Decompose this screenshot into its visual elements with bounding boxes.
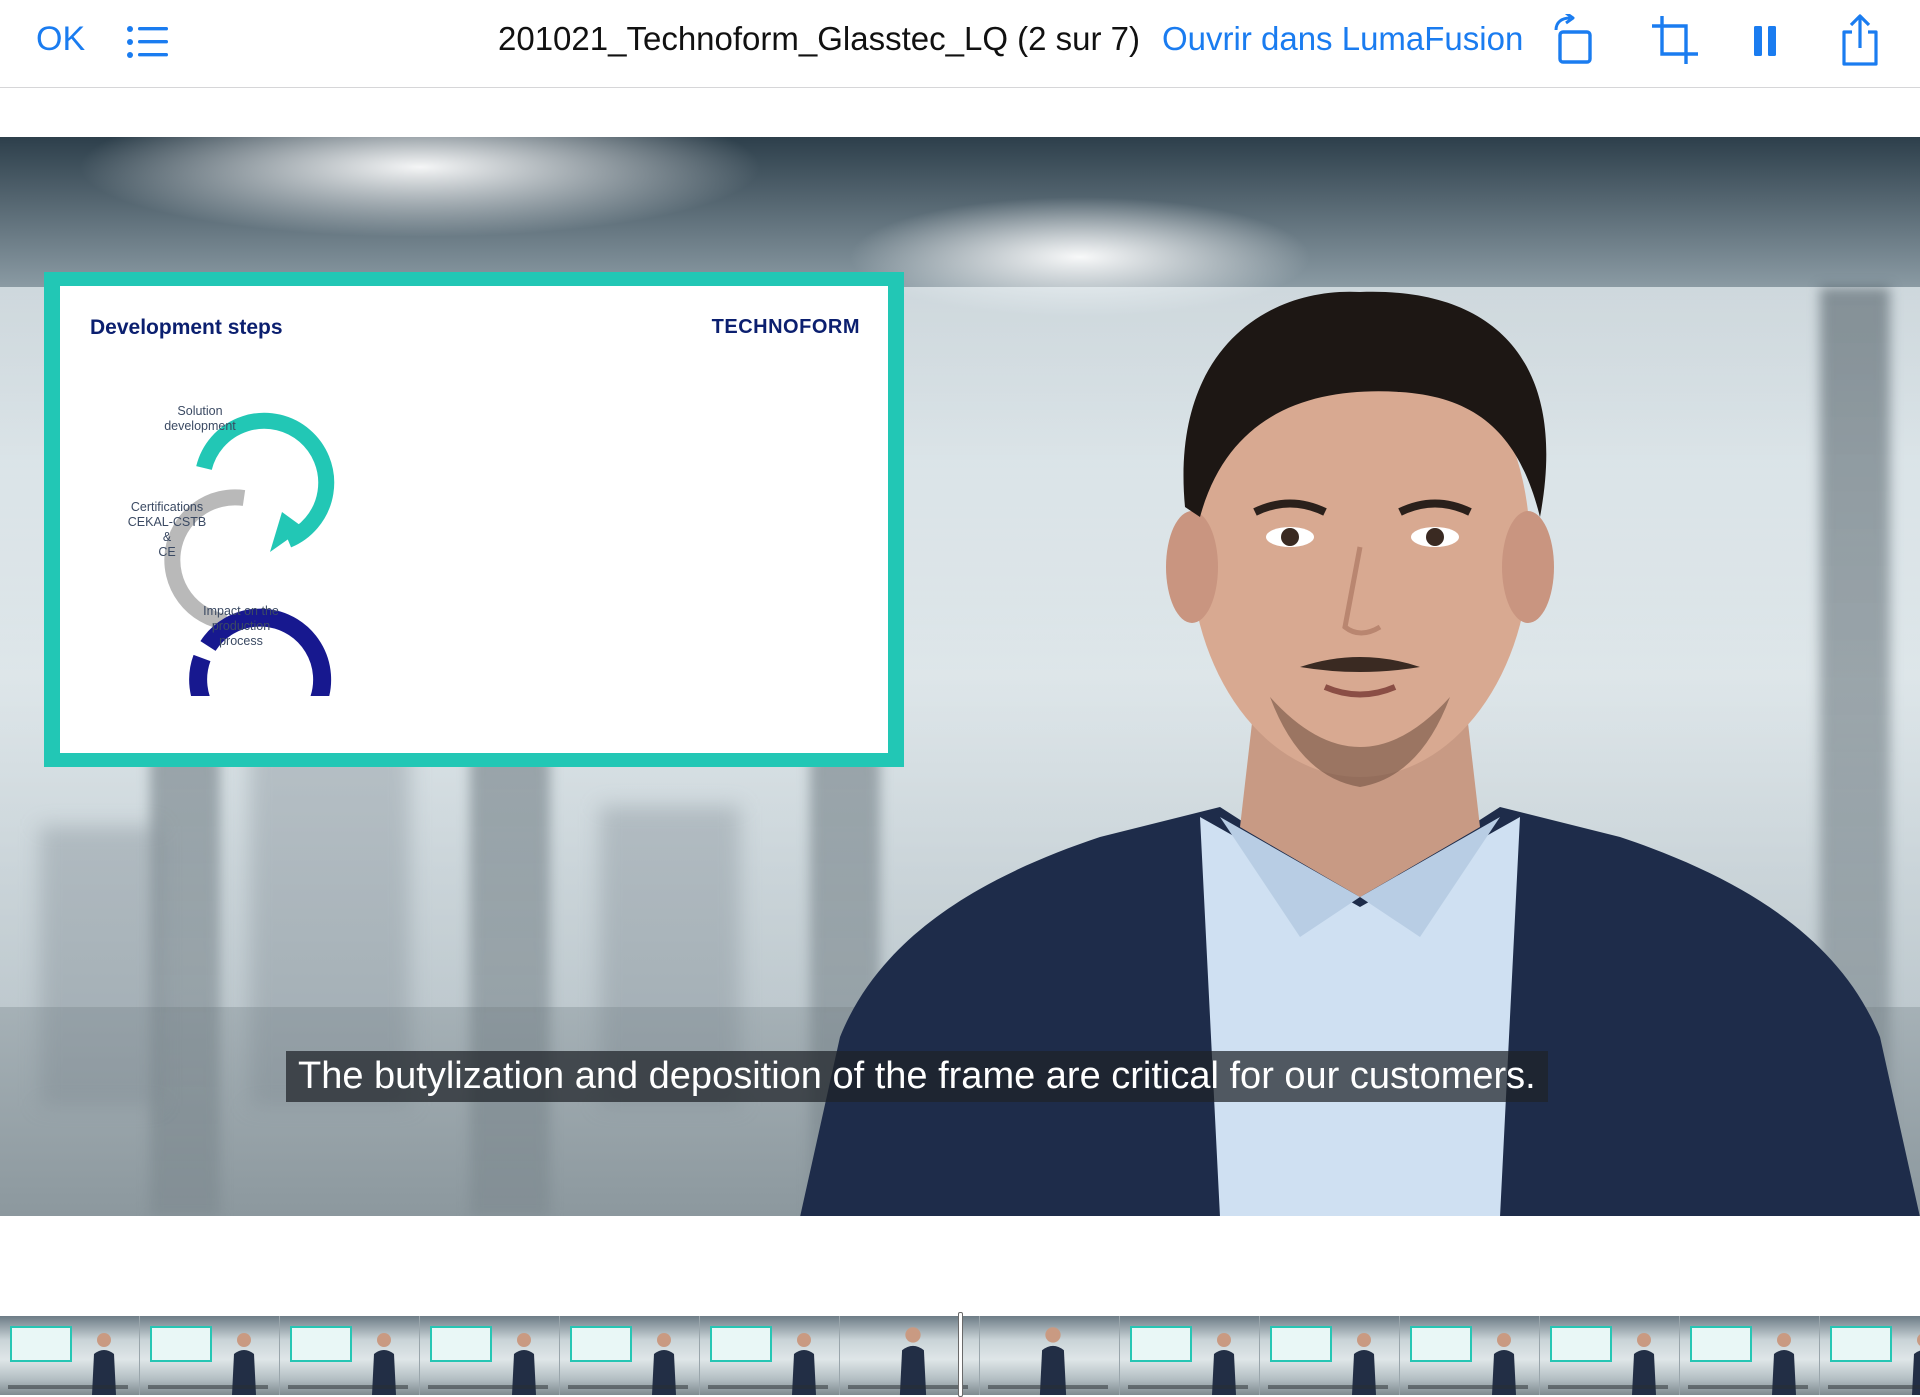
open-in-lumafusion-link[interactable]: Ouvrir dans LumaFusion <box>1162 20 1523 58</box>
filmstrip-thumbnail[interactable] <box>1400 1316 1539 1395</box>
thumbnail-slide <box>10 1326 72 1362</box>
thumbnail-caption <box>568 1385 688 1389</box>
thumbnail-caption <box>848 1385 968 1389</box>
pause-icon[interactable] <box>1742 14 1790 66</box>
video-player[interactable]: Development steps TECHNOFORM Solution de… <box>0 137 1920 1216</box>
city-building <box>40 826 160 1106</box>
step-solution-development: Solution development <box>150 404 250 434</box>
filmstrip-thumbnail[interactable] <box>1820 1316 1920 1395</box>
filmstrip-thumbnail[interactable] <box>1120 1316 1259 1395</box>
thumbnail-slide <box>1130 1326 1192 1362</box>
filmstrip-thumbnail[interactable] <box>700 1316 839 1395</box>
top-toolbar: OK 201021_Technoform_Glasstec_LQ (2 sur … <box>0 0 1920 88</box>
thumbnail-caption <box>988 1385 1108 1389</box>
thumbnail-caption <box>1408 1385 1528 1389</box>
slide-title: Development steps <box>90 316 283 339</box>
filmstrip-thumbnail[interactable] <box>0 1316 139 1395</box>
thumbnail-slide <box>570 1326 632 1362</box>
thumbnail-caption <box>428 1385 548 1389</box>
step-label-line: Impact on the <box>203 604 279 618</box>
filmstrip-thumbnail[interactable] <box>280 1316 419 1395</box>
thumbnail-slide <box>1410 1326 1472 1362</box>
step-label-line: Certifications <box>130 500 204 514</box>
playhead-scrubber[interactable] <box>958 1312 963 1397</box>
filmstrip-thumbnail[interactable] <box>1680 1316 1819 1395</box>
share-icon[interactable] <box>1836 14 1884 66</box>
thumbnail-caption <box>148 1385 268 1389</box>
filmstrip-thumbnail[interactable] <box>560 1316 699 1395</box>
thumbnail-caption <box>1828 1385 1920 1389</box>
thumbnail-caption <box>288 1385 408 1389</box>
step-label-line: production <box>211 619 271 633</box>
thumbnail-caption <box>1128 1385 1248 1389</box>
thumbnail-slide <box>290 1326 352 1362</box>
crop-icon[interactable] <box>1650 14 1698 66</box>
done-button[interactable]: OK <box>36 20 85 59</box>
subtitle-caption: The butylization and deposition of the f… <box>286 1051 1548 1102</box>
presentation-slide: Development steps TECHNOFORM Solution de… <box>44 272 904 767</box>
step-label-line: CEKAL-CSTB & <box>127 515 207 544</box>
filmstrip-thumbnail[interactable] <box>140 1316 279 1395</box>
thumbnail-slide <box>710 1326 772 1362</box>
step-impact-production: Impact on the production process <box>196 604 286 649</box>
thumbnail-slide <box>1830 1326 1892 1362</box>
step-certifications: Certifications CEKAL-CSTB & CE <box>124 500 210 560</box>
thumbnail-slide <box>150 1326 212 1362</box>
filmstrip-thumbnail[interactable] <box>420 1316 559 1395</box>
thumbnail-caption <box>708 1385 828 1389</box>
thumbnail-slide <box>1690 1326 1752 1362</box>
thumbnail-slide <box>1270 1326 1332 1362</box>
filmstrip-thumbnail[interactable] <box>980 1316 1119 1395</box>
thumbnail-slide <box>1550 1326 1612 1362</box>
filmstrip-thumbnail[interactable] <box>1260 1316 1399 1395</box>
thumbnail-caption <box>8 1385 128 1389</box>
step-label-line: development <box>164 419 236 433</box>
filmstrip-thumbnail[interactable] <box>1540 1316 1679 1395</box>
rotate-icon[interactable] <box>1550 11 1598 66</box>
slide-canvas: Development steps TECHNOFORM Solution de… <box>60 286 888 753</box>
thumbnail-caption <box>1548 1385 1668 1389</box>
step-label-line: process <box>219 634 263 648</box>
file-title: 201021_Technoform_Glasstec_LQ (2 sur 7) <box>498 20 1141 57</box>
thumbnail-slide <box>430 1326 492 1362</box>
step-label-line: Solution <box>177 404 223 418</box>
list-icon[interactable] <box>126 24 170 60</box>
thumbnail-caption <box>1268 1385 1388 1389</box>
thumbnail-caption <box>1688 1385 1808 1389</box>
step-label-line: CE <box>158 545 176 559</box>
